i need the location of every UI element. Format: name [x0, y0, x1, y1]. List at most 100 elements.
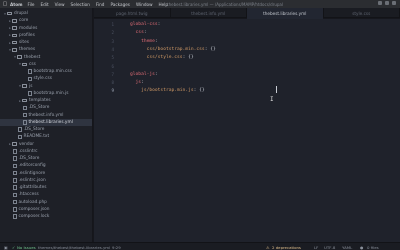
issues-status[interactable]: No Issues — [17, 245, 36, 250]
deprecations-count[interactable]: 2 deprecations — [272, 245, 301, 250]
folder-icon — [12, 33, 17, 37]
yaml-punctuation: : {} — [204, 46, 216, 52]
ibeam-pointer-icon: I — [270, 96, 274, 103]
tab-thebest-info-yml[interactable]: thebest.info.yml — [171, 8, 247, 18]
tree-folder[interactable]: ▾ js — [0, 83, 92, 90]
menu-find[interactable]: Find — [96, 2, 105, 7]
tree-file[interactable]: .DS_Store — [0, 155, 92, 162]
tree-item-label: .DS_Store — [28, 105, 50, 111]
tree-item-label: README.txt — [23, 134, 50, 140]
tree-folder[interactable]: ▸ modules — [0, 25, 92, 32]
tab-style-css[interactable]: style.css — [324, 8, 400, 18]
tree-folder[interactable]: ▸ templates — [0, 97, 92, 104]
tree-file[interactable]: autoload.php — [0, 199, 92, 206]
menubar-status-icons — [378, 1, 396, 5]
code-line[interactable]: js: — [130, 80, 144, 85]
git-icon[interactable]: ▣ — [4, 245, 8, 250]
tree-item-label: .eslintrc.json — [18, 177, 46, 183]
tree-folder[interactable]: ▸ vendor — [0, 141, 92, 148]
menu-selection[interactable]: Selection — [71, 2, 90, 7]
file-icon — [13, 149, 17, 154]
tree-file[interactable]: .eslintignore — [0, 170, 92, 177]
grammar[interactable]: YAML — [342, 245, 352, 250]
tree-file[interactable]: composer.json — [0, 206, 92, 213]
tree-file[interactable]: thebest.libraries.yml — [0, 118, 92, 126]
tree-file[interactable]: style.css — [0, 75, 92, 82]
no-issues-check-icon: ✓ — [12, 244, 16, 250]
code-line[interactable]: global-js: — [130, 72, 158, 77]
folder-icon — [22, 62, 27, 66]
menu-file[interactable]: File — [27, 2, 34, 7]
tab-bar: page.html.twig thebest.info.yml thebest.… — [94, 8, 400, 19]
text-cursor — [276, 86, 277, 93]
tree-file[interactable]: thebest.info.yml — [0, 112, 92, 119]
code-line[interactable]: css: — [130, 30, 147, 35]
tree-item-label: templates — [29, 98, 51, 103]
code-line[interactable]: global-css: — [130, 22, 160, 27]
github-icon[interactable]: ● — [360, 245, 363, 250]
tree-folder[interactable]: ▾ css — [0, 61, 92, 68]
file-icon — [13, 185, 17, 190]
tree-item-label: bootstrap.min.js — [33, 90, 69, 96]
folder-icon — [7, 11, 12, 16]
tree-item-label: .htaccess — [18, 192, 39, 198]
code-line[interactable]: css/style.css: {} — [130, 55, 194, 60]
files-count[interactable]: 0 files — [367, 245, 379, 250]
tree-folder[interactable]: ▸ profiles — [0, 32, 92, 39]
tree-file[interactable]: .htaccess — [0, 191, 92, 198]
tree-folder[interactable]: ▾ thebest — [0, 54, 92, 61]
tree-file[interactable]: README.txt — [0, 133, 92, 140]
tab-thebest-libraries-yml[interactable]: thebest.libraries.yml — [247, 8, 324, 19]
file-icon — [23, 105, 27, 110]
code-editor[interactable]: 1 2 3 4 5 6 7 8 9 I global-css: css: theme: css/… — [94, 19, 400, 242]
tree-item-label: js — [29, 83, 33, 89]
encoding[interactable]: UTF-8 — [324, 245, 335, 250]
menu-edit[interactable]: Edit — [41, 2, 49, 7]
yaml-path: js/bootstrap.min.js — [130, 88, 194, 94]
tree-file[interactable]: .gitattributes — [0, 184, 92, 191]
tree-file[interactable]: .editorconfig — [0, 162, 92, 169]
line-number-gutter: 1 2 3 4 5 6 7 8 9 — [94, 19, 116, 242]
app-menu[interactable]: Atom — [10, 2, 22, 7]
tree-file[interactable]: .DS_Store — [0, 104, 92, 111]
tree-file[interactable]: .DS_Store — [0, 126, 92, 133]
apple-icon[interactable]:  — [0, 1, 10, 7]
folder-icon — [22, 84, 27, 88]
file-icon — [13, 178, 17, 183]
tree-folder[interactable]: ▸ sites — [0, 39, 92, 46]
code-line[interactable]: theme: — [130, 39, 158, 44]
yaml-punctuation: : {} — [193, 88, 205, 94]
wifi-icon[interactable] — [378, 1, 382, 5]
tree-item-label: .DS_Store — [23, 127, 45, 132]
line-number: 9 — [111, 88, 114, 94]
tab-page-html-twig[interactable]: page.html.twig — [94, 8, 171, 18]
line-ending[interactable]: LF — [314, 245, 318, 250]
tree-file[interactable]: bootstrap.min.css — [0, 68, 92, 75]
file-path[interactable]: themes/thebest/thebest.libraries.yml — [38, 245, 110, 250]
tree-file[interactable]: composer.lock — [0, 213, 92, 220]
line-number: 6 — [111, 63, 114, 69]
tree-item-label: core — [19, 18, 29, 24]
tree-file[interactable]: .csslintrc — [0, 148, 92, 155]
code-line[interactable]: js/bootstrap.min.js: {} — [130, 88, 205, 93]
yaml-key: css — [130, 30, 144, 36]
yaml-key: global-css — [130, 22, 158, 27]
yaml-punctuation: : — [154, 71, 158, 77]
yaml-punctuation: : — [143, 30, 147, 36]
tree-file[interactable]: bootstrap.min.js — [0, 90, 92, 97]
battery-icon[interactable] — [385, 1, 389, 5]
tree-file[interactable]: .eslintrc.json — [0, 177, 92, 184]
tree-folder[interactable]: ▾ themes — [0, 46, 92, 53]
cursor-position[interactable]: 9:29 — [112, 245, 121, 250]
line-number: 8 — [111, 80, 114, 86]
menu-view[interactable]: View — [55, 2, 65, 7]
tree-folder[interactable]: ▸ core — [0, 17, 92, 24]
search-icon[interactable] — [392, 1, 396, 5]
tree-folder[interactable]: ▾ drupal — [0, 10, 92, 17]
tree-item-label: .DS_Store — [18, 156, 40, 161]
code-line[interactable]: css/bootstrap.min.css: {} — [130, 47, 216, 52]
folder-icon — [17, 55, 22, 59]
menu-packages[interactable]: Packages — [110, 2, 130, 7]
tree-item-label: .eslintignore — [18, 170, 46, 176]
file-icon — [23, 112, 27, 118]
